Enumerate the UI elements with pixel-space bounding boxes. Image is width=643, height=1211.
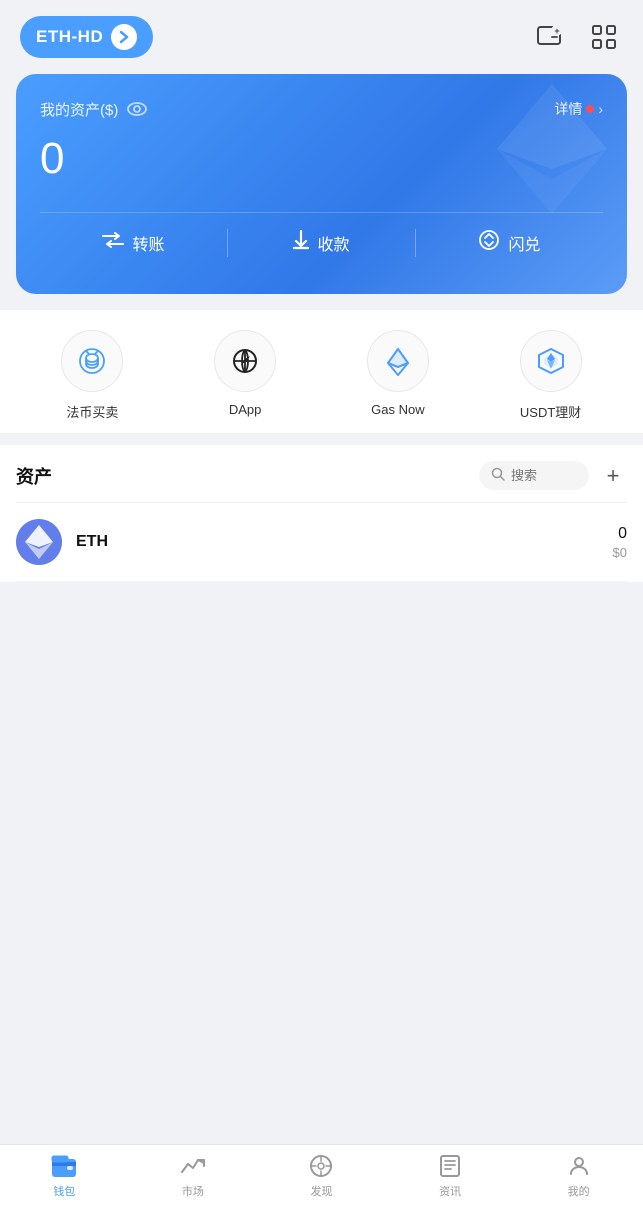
market-nav-label: 市场 [182,1183,204,1199]
transfer-button[interactable]: 转账 [40,215,227,271]
receive-label: 收款 [317,231,349,255]
eth-token-icon [16,519,62,565]
add-wallet-icon[interactable]: + [531,18,569,56]
eth-watermark [497,84,607,219]
toggle-visibility-icon[interactable] [126,98,148,120]
discover-nav-label: 发现 [310,1183,332,1199]
app-header: ETH-HD + [0,0,643,70]
eth-token-name: ETH [76,533,613,551]
bottom-nav: 钱包 市场 发现 [0,1144,643,1211]
swap-icon [478,229,500,256]
eth-usd: $0 [613,545,627,560]
mine-nav-icon [566,1153,592,1179]
gasnow-action[interactable]: Gas Now [367,330,429,421]
gasnow-icon-circle [367,330,429,392]
transfer-label: 转账 [132,231,164,255]
balance-card: 我的资产($) 详情 › 0 [16,74,627,294]
nav-wallet[interactable]: 钱包 [34,1153,94,1199]
assets-section: 资产 + [0,445,643,582]
news-nav-label: 资讯 [439,1183,461,1199]
wallet-name: ETH-HD [36,27,103,47]
token-row[interactable]: ETH 0 $0 [16,503,627,582]
dapp-icon-circle [214,330,276,392]
transfer-icon [102,232,124,253]
swap-label: 闪兑 [508,231,540,255]
nav-market[interactable]: 市场 [163,1153,223,1199]
search-input[interactable] [511,468,581,483]
quick-actions-grid: 法币买卖 DApp [0,310,643,433]
nav-discover[interactable]: 发现 [291,1153,351,1199]
assets-header: 资产 + [16,445,627,503]
nav-mine[interactable]: 我的 [549,1153,609,1199]
balance-actions: 转账 收款 闪兑 [40,212,603,272]
search-box[interactable] [479,461,589,490]
market-nav-icon [180,1153,206,1179]
dapp-action[interactable]: DApp [214,330,276,421]
news-nav-icon [437,1153,463,1179]
svg-text:+: + [554,26,559,36]
fabi-label: 法币买卖 [66,402,118,421]
receive-icon [293,230,309,255]
eth-amount: 0 [613,525,627,543]
wallet-nav-icon [51,1153,77,1179]
wallet-selector[interactable]: ETH-HD [20,16,153,58]
add-token-button[interactable]: + [599,462,627,490]
eth-token-info: ETH [76,533,613,551]
fabi-action[interactable]: 法币买卖 [61,330,123,421]
balance-label-row: 我的资产($) [40,98,148,120]
scan-icon[interactable] [585,18,623,56]
usdt-action[interactable]: USDT理财 [520,330,582,421]
fabi-icon-circle [61,330,123,392]
header-icon-group: + [531,18,623,56]
assets-title: 资产 [16,463,52,489]
nav-news[interactable]: 资讯 [420,1153,480,1199]
mine-nav-label: 我的 [568,1183,590,1199]
token-list: ETH 0 $0 [16,503,627,582]
eth-token-balance: 0 $0 [613,525,627,560]
usdt-icon-circle [520,330,582,392]
wallet-nav-label: 钱包 [53,1183,75,1199]
discover-nav-icon [308,1153,334,1179]
dapp-label: DApp [229,402,262,417]
search-icon [491,467,505,484]
my-assets-label: 我的资产($) [40,99,118,120]
swap-button[interactable]: 闪兑 [416,213,603,272]
usdt-label: USDT理财 [520,402,581,421]
wallet-arrow-icon [111,24,137,50]
gasnow-label: Gas Now [371,402,424,417]
assets-controls: + [479,461,627,490]
receive-button[interactable]: 收款 [228,214,415,271]
